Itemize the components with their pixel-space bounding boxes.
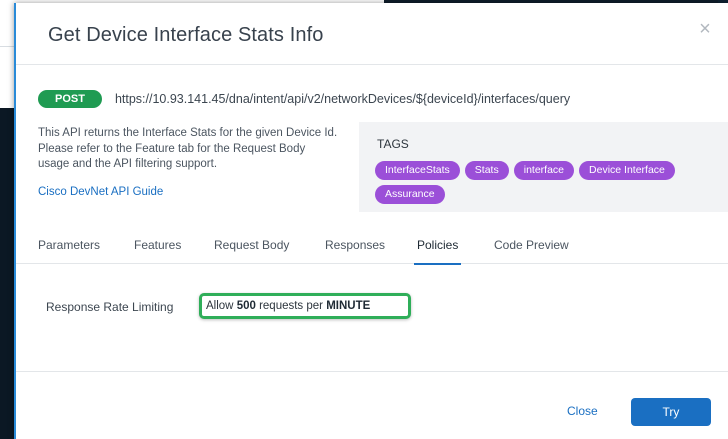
rate-limit-label: Response Rate Limiting xyxy=(46,300,174,314)
tag-chip[interactable]: Device Interface xyxy=(579,161,675,180)
endpoint-row: POST https://10.93.141.45/dna/intent/api… xyxy=(38,89,570,109)
tag-chip[interactable]: InterfaceStats xyxy=(375,161,460,180)
http-method-badge: POST xyxy=(38,90,102,108)
rate-limit-count: 500 xyxy=(236,300,256,312)
rate-limit-unit: MINUTE xyxy=(326,300,371,312)
tags-list: InterfaceStats Stats interface Device In… xyxy=(375,161,720,204)
tab-bar: Parameters Features Request Body Respons… xyxy=(16,232,728,265)
tab-responses[interactable]: Responses xyxy=(325,238,385,264)
tab-request-body[interactable]: Request Body xyxy=(214,238,289,264)
modal-title: Get Device Interface Stats Info xyxy=(48,24,324,46)
tag-chip[interactable]: Assurance xyxy=(375,185,445,204)
api-description: This API returns the Interface Stats for… xyxy=(38,127,338,170)
tag-chip[interactable]: Stats xyxy=(464,161,509,180)
modal-footer: Close Try xyxy=(16,371,728,439)
tab-features[interactable]: Features xyxy=(134,238,181,264)
tags-panel: TAGS InterfaceStats Stats interface Devi… xyxy=(359,122,728,212)
rate-limit-middle: requests per xyxy=(259,300,324,312)
rate-limit-value: Allow 500 requests per MINUTE xyxy=(199,293,411,319)
tags-title: TAGS xyxy=(377,137,409,151)
tag-chip[interactable]: interface xyxy=(513,161,575,180)
api-details-modal: Get Device Interface Stats Info × POST h… xyxy=(14,3,728,439)
modal-header: Get Device Interface Stats Info × xyxy=(16,3,728,65)
close-icon[interactable]: × xyxy=(696,19,714,39)
try-button[interactable]: Try xyxy=(631,398,711,426)
devnet-guide-link[interactable]: Cisco DevNet API Guide xyxy=(38,186,163,198)
tab-policies[interactable]: Policies xyxy=(413,238,462,265)
rate-limit-row: Response Rate Limiting Allow 500 request… xyxy=(16,293,728,323)
close-button[interactable]: Close xyxy=(567,404,598,418)
tab-parameters[interactable]: Parameters xyxy=(38,238,100,264)
endpoint-url: https://10.93.141.45/dna/intent/api/v2/n… xyxy=(114,92,571,106)
rate-limit-prefix: Allow xyxy=(206,300,234,312)
background-left-edge xyxy=(0,108,14,439)
tab-code-preview[interactable]: Code Preview xyxy=(494,238,569,264)
